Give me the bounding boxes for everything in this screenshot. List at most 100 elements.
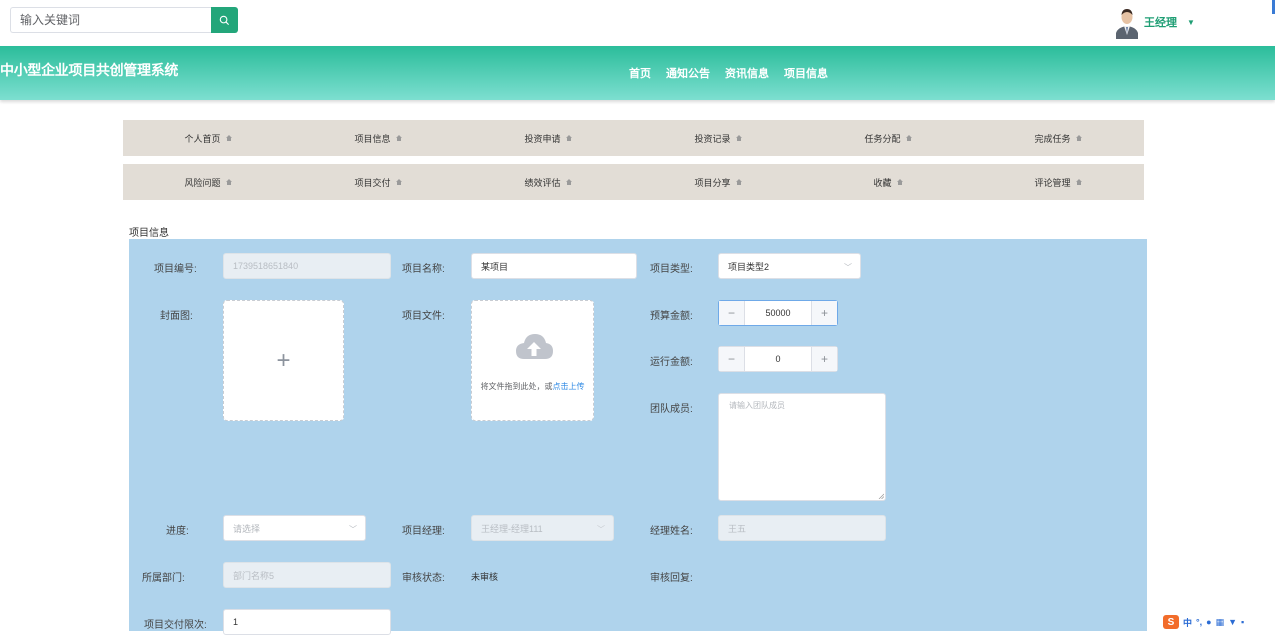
menu-label: 收藏 [873,177,892,188]
project-type-select[interactable]: 项目类型2 ﹀ [718,253,861,279]
home-icon [225,179,232,185]
dept-field: 部门名称5 [223,562,391,588]
cover-upload[interactable]: + [223,300,344,421]
progress-select[interactable]: 请选择 ﹀ [223,515,366,541]
search-field[interactable] [10,7,211,33]
budget-stepper[interactable]: − 50000 + [718,300,838,326]
menu-task-assign[interactable]: 任务分配 [803,132,973,145]
manager-name-value: 王五 [728,523,747,534]
site-brand: 中小型企业项目共创管理系统 [0,62,179,78]
user-menu[interactable]: 王经理 ▼ [1113,5,1195,39]
plus-icon[interactable]: + [811,347,837,371]
menu-delivery[interactable]: 项目交付 [293,176,463,189]
manager-name-label: 经理姓名: [650,526,693,537]
chevron-down-icon: ﹀ [349,525,357,534]
menu-favorites[interactable]: 收藏 [803,176,973,189]
menu-label: 项目信息 [354,133,391,144]
manager-label: 项目经理: [402,526,445,537]
project-name-input[interactable]: 某项目 [471,253,637,279]
resize-handle-icon[interactable] [878,493,884,499]
menu-risk[interactable]: 风险问题 [123,176,293,189]
team-textarea[interactable]: 请输入团队成员 [718,393,886,501]
menu-label: 完成任务 [1034,133,1071,144]
search-input[interactable] [11,8,211,32]
menu-invest-apply[interactable]: 投资申请 [463,132,633,145]
home-icon [225,135,232,141]
home-icon [1075,135,1082,141]
ime-toolbar[interactable]: S 中 °, ● ▦ ▼ ▪ [1163,615,1244,629]
microphone-icon[interactable]: ● [1206,617,1211,627]
punctuation-icon[interactable]: °, [1196,617,1202,627]
nav-news[interactable]: 资讯信息 [725,65,769,81]
caret-down-icon[interactable]: ▼ [1187,18,1195,27]
avatar [1113,5,1141,39]
menu-row-1: 个人首页 项目信息 投资申请 投资记录 任务分配 完成任务 [123,120,1144,156]
budget-label: 预算金额: [650,311,693,322]
file-label: 项目文件: [402,311,445,322]
manager-name-field: 王五 [718,515,886,541]
audit-status-value: 未审核 [471,572,499,582]
audit-reply-label: 审核回复: [650,573,693,584]
cloud-upload-icon [516,334,553,359]
plus-icon: + [276,346,291,374]
project-no-field: 1739518651840 [223,253,391,279]
keyboard-icon[interactable]: ▦ [1216,617,1225,628]
top-nav: 首页 通知公告 资讯信息 项目信息 [629,65,828,81]
project-no-label: 项目编号: [154,264,197,275]
nav-notices[interactable]: 通知公告 [666,65,710,81]
minus-icon[interactable]: − [719,301,745,325]
menu-label: 投资记录 [694,133,731,144]
user-name[interactable]: 王经理 [1144,14,1177,30]
nav-home[interactable]: 首页 [629,65,651,81]
header-banner: 中小型企业项目共创管理系统 首页 通知公告 资讯信息 项目信息 [0,46,1275,100]
search-button[interactable] [211,7,238,33]
menu-performance[interactable]: 绩效评估 [463,176,633,189]
progress-placeholder: 请选择 [233,523,261,534]
delivery-input[interactable]: 1 [223,609,391,635]
dept-value: 部门名称5 [233,570,275,581]
home-icon [735,135,742,141]
running-label: 运行金额: [650,357,693,368]
search-icon [219,15,230,25]
skin-icon[interactable]: ▼ [1228,617,1237,627]
manager-select: 王经理-经理111 ﹀ [471,515,614,541]
home-icon [735,179,742,185]
ime-logo-icon[interactable]: S [1163,615,1179,629]
menu-comments[interactable]: 评论管理 [973,176,1143,189]
menu-label: 绩效评估 [524,177,561,188]
project-name-label: 项目名称: [402,264,445,275]
delivery-value: 1 [233,617,239,627]
home-icon [395,135,402,141]
menu-project-info[interactable]: 项目信息 [293,132,463,145]
manager-value: 王经理-经理111 [481,523,543,534]
menu-grid-icon[interactable]: ▪ [1241,617,1244,627]
upload-hint-text: 将文件拖到此处，或 [480,382,553,391]
budget-value[interactable]: 50000 [745,301,811,325]
menu-personal-home[interactable]: 个人首页 [123,132,293,145]
chevron-down-icon: ﹀ [844,263,852,272]
menu-label: 投资申请 [524,133,561,144]
section-title: 项目信息 [129,228,169,239]
menu-invest-records[interactable]: 投资记录 [633,132,803,145]
plus-icon[interactable]: + [811,301,837,325]
menu-label: 项目分享 [694,177,731,188]
menu-row-2: 风险问题 项目交付 绩效评估 项目分享 收藏 评论管理 [123,164,1144,200]
menu-label: 评论管理 [1034,177,1071,188]
click-upload-link[interactable]: 点击上传 [553,382,585,391]
delivery-label: 项目交付限次: [144,620,207,631]
file-upload-dropzone[interactable]: 将文件拖到此处，或点击上传 [471,300,594,421]
dept-label: 所属部门: [142,573,185,584]
running-value[interactable]: 0 [745,347,811,371]
project-form: 项目编号: 1739518651840 项目名称: 某项目 项目类型: 项目类型… [129,239,1147,635]
nav-projects[interactable]: 项目信息 [784,65,828,81]
menu-share[interactable]: 项目分享 [633,176,803,189]
audit-status-label: 审核状态: [402,573,445,584]
cover-label: 封面图: [160,311,193,322]
team-label: 团队成员: [650,404,693,415]
minus-icon[interactable]: − [719,347,745,371]
chevron-down-icon: ﹀ [597,525,605,534]
ime-mode[interactable]: 中 [1183,616,1192,629]
menu-task-complete[interactable]: 完成任务 [973,132,1143,145]
running-stepper[interactable]: − 0 + [718,346,838,372]
team-placeholder: 请输入团队成员 [729,401,785,410]
